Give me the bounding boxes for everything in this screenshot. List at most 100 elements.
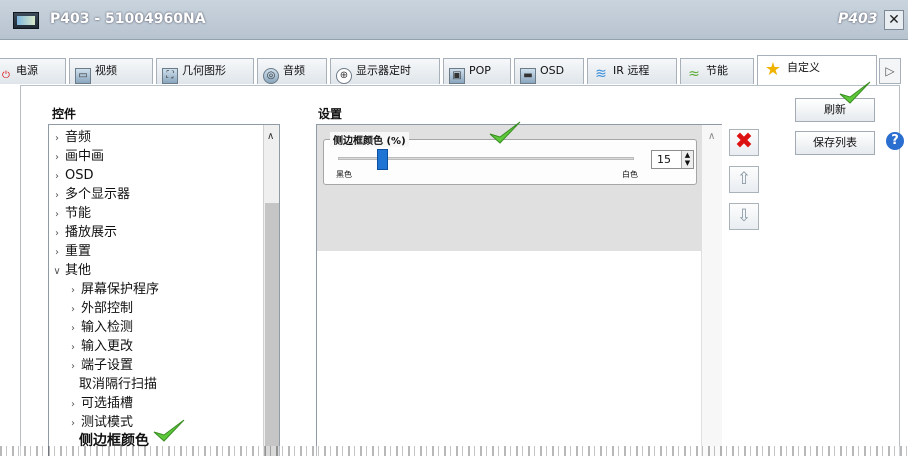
tab-power-saving[interactable]: ≈ 节能	[680, 58, 754, 84]
tab-power[interactable]: ⏻ 电源	[0, 58, 66, 84]
timer-icon: ⊕	[336, 68, 352, 84]
settings-scrollbar[interactable]: ∧	[701, 125, 722, 456]
tree-item-label: 音频	[65, 130, 92, 145]
tab-label: 电源	[16, 64, 38, 77]
slider-label: 侧边框颜色 (%)	[330, 132, 409, 147]
tree-item-external-control[interactable]: › 外部控制	[49, 299, 263, 318]
tab-display-timer[interactable]: ⊕ 显示器定时	[330, 58, 440, 84]
pop-icon: ▣	[449, 68, 465, 84]
settings-title: 设置	[318, 107, 343, 121]
tab-label: 显示器定时	[356, 64, 411, 77]
expand-arrow-icon[interactable]: ›	[51, 167, 63, 186]
tree-item-pip[interactable]: › 画中画	[49, 147, 263, 166]
expand-arrow-icon[interactable]: ›	[67, 357, 79, 376]
tab-scroll-right-button[interactable]: ▷	[879, 58, 901, 84]
tree-item-playback-show[interactable]: › 播放展示	[49, 223, 263, 242]
controls-title: 控件	[52, 107, 77, 121]
scroll-up-icon[interactable]: ∧	[708, 131, 715, 142]
expand-arrow-icon[interactable]: ›	[51, 205, 63, 224]
tree-item-input-change[interactable]: › 输入更改	[49, 337, 263, 356]
tree-item-osd[interactable]: › OSD	[49, 166, 263, 185]
tree-item-label: 重置	[65, 244, 92, 259]
scroll-up-icon[interactable]: ∧	[267, 131, 274, 142]
move-up-button[interactable]: ⇧	[729, 166, 759, 193]
tree-item-option-slot[interactable]: › 可选插槽	[49, 394, 263, 413]
check-mark-icon	[152, 418, 186, 444]
slider-min-label: 黑色	[336, 170, 352, 179]
tab-ir-remote[interactable]: ≋ IR 远程	[587, 58, 677, 84]
tree-item-terminal-settings[interactable]: › 端子设置	[49, 356, 263, 375]
tree-item-label: 节能	[65, 206, 92, 221]
slider-max-label: 白色	[622, 170, 638, 179]
power-icon: ⏻	[2, 70, 10, 81]
arrow-down-icon: ⇩	[736, 206, 752, 226]
expand-arrow-icon[interactable]: ›	[67, 319, 79, 338]
monitor-app-icon	[13, 12, 39, 29]
move-down-button[interactable]: ⇩	[729, 203, 759, 230]
expand-arrow-icon[interactable]: ›	[67, 300, 79, 319]
close-button[interactable]: ✕	[884, 10, 904, 30]
slider-thumb[interactable]	[376, 149, 388, 170]
tab-audio[interactable]: ◎ 音频	[257, 58, 327, 84]
expand-arrow-icon[interactable]: ›	[67, 414, 79, 433]
geometry-icon: ⛶	[162, 68, 178, 84]
tree-scroll-thumb[interactable]	[265, 203, 279, 456]
controls-tree-list: › 音频 › 画中画 › OSD › 多个显示器 › 节能 › 播放展示 › 重置 ∨ 其他 ›…	[49, 128, 263, 451]
expand-arrow-icon[interactable]: ›	[51, 129, 63, 148]
spinbox-stepper-icon[interactable]: ▲ ▼	[681, 151, 693, 168]
tree-item-label: 测试模式	[81, 415, 134, 430]
tree-item-label: 取消隔行扫描	[79, 377, 158, 392]
tree-item-audio[interactable]: › 音频	[49, 128, 263, 147]
tab-bar: ⏻ 电源 ▭ 视频 ⛶ 几何图形 ◎ 音频 ⊕ 显示器定时 ▣ POP ▬ OSD ≋ IR 远…	[0, 52, 908, 86]
expand-arrow-icon[interactable]: ›	[51, 243, 63, 262]
expand-arrow-icon[interactable]: ›	[51, 186, 63, 205]
expand-arrow-icon[interactable]: ›	[51, 148, 63, 167]
tree-item-label: 屏幕保护程序	[81, 282, 160, 297]
help-icon[interactable]: ?	[886, 132, 904, 150]
tab-label: 自定义	[787, 61, 820, 74]
tab-label: 视频	[95, 64, 117, 77]
star-icon: ★	[764, 59, 782, 80]
spinbox-value: 15	[657, 153, 671, 166]
value-spinbox[interactable]: 15 ▲ ▼	[651, 150, 694, 169]
title-bar: P403 - 51004960NA P403 ✕	[0, 0, 908, 40]
video-icon: ▭	[75, 68, 91, 84]
tree-item-multi-display[interactable]: › 多个显示器	[49, 185, 263, 204]
audio-icon: ◎	[263, 68, 279, 84]
tree-scrollbar[interactable]: ∧	[263, 125, 279, 456]
tree-item-label: 播放展示	[65, 225, 118, 240]
tab-geometry[interactable]: ⛶ 几何图形	[156, 58, 254, 84]
tree-item-label: 输入检测	[81, 320, 134, 335]
tree-item-label: 多个显示器	[65, 187, 131, 202]
tree-item-power-saving[interactable]: › 节能	[49, 204, 263, 223]
tab-pop[interactable]: ▣ POP	[443, 58, 511, 84]
osd-icon: ▬	[520, 68, 536, 84]
tree-item-reset[interactable]: › 重置	[49, 242, 263, 261]
expand-arrow-icon[interactable]: ›	[67, 338, 79, 357]
tree-item-other[interactable]: ∨ 其他	[49, 261, 263, 280]
delete-button[interactable]: ✖	[729, 129, 759, 156]
model-label: P403	[838, 11, 878, 27]
delete-x-icon: ✖	[734, 129, 754, 154]
arrow-up-icon: ⇧	[736, 169, 752, 189]
tree-item-screensaver[interactable]: › 屏幕保护程序	[49, 280, 263, 299]
check-mark-icon	[488, 120, 522, 146]
tab-osd[interactable]: ▬ OSD	[514, 58, 584, 84]
tree-item-label: 其他	[65, 263, 92, 278]
cropped-text-strip	[0, 446, 908, 456]
tab-video[interactable]: ▭ 视频	[69, 58, 153, 84]
wifi-icon: ≋	[595, 66, 607, 82]
window-title: P403 - 51004960NA	[50, 11, 206, 27]
tree-item-input-detect[interactable]: › 输入检测	[49, 318, 263, 337]
expand-arrow-icon[interactable]: ›	[67, 395, 79, 414]
controls-tree: › 音频 › 画中画 › OSD › 多个显示器 › 节能 › 播放展示 › 重置 ∨ 其他 ›…	[48, 124, 280, 456]
check-mark-icon	[838, 80, 872, 106]
tab-label: OSD	[540, 64, 565, 77]
tab-label: 音频	[283, 64, 305, 77]
tab-label: IR 远程	[613, 64, 650, 77]
tree-item-deinterlace[interactable]: 取消隔行扫描	[49, 375, 263, 394]
save-list-button[interactable]: 保存列表	[795, 131, 875, 155]
expand-arrow-icon[interactable]: ›	[51, 224, 63, 243]
expand-arrow-icon[interactable]: ›	[67, 281, 79, 300]
collapse-arrow-icon[interactable]: ∨	[51, 262, 63, 281]
